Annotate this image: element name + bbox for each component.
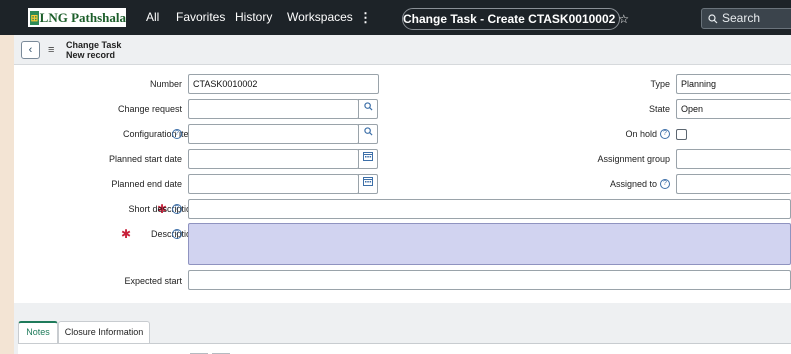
calendar-icon <box>363 177 373 186</box>
configuration-item-label: Configuration item <box>123 128 196 140</box>
assignment-group-label: Assignment group <box>597 154 670 164</box>
description-help-icon[interactable]: ? <box>172 229 182 239</box>
planned-start-field[interactable] <box>188 149 359 169</box>
planned-end-field[interactable] <box>188 174 359 194</box>
page-title: Change Task - Create CTASK0010002 <box>403 12 616 26</box>
nav-favorites[interactable]: Favorites <box>176 0 225 35</box>
configuration-item-lookup-button[interactable] <box>358 124 378 144</box>
state-label: State <box>648 104 670 114</box>
search-icon <box>708 14 718 24</box>
on-hold-label: On hold <box>625 129 657 139</box>
change-request-field[interactable] <box>188 99 359 119</box>
tab-notes[interactable]: Notes <box>18 321 58 343</box>
planned-end-calendar-button[interactable] <box>358 174 378 194</box>
planned-end-label: Planned end date <box>111 179 182 189</box>
star-icon[interactable]: ☆ <box>618 12 629 26</box>
nav-history[interactable]: History <box>235 0 272 35</box>
short-description-label: Short description <box>128 204 196 214</box>
record-header: ‹ ≡ Change Task New record <box>14 35 791 65</box>
type-label: Type <box>650 79 670 89</box>
number-label: Number <box>149 79 182 89</box>
short-description-help-icon[interactable]: ? <box>172 204 182 214</box>
configuration-item-label-text: Configuration item <box>122 129 196 139</box>
change-request-label: Change request <box>117 104 182 114</box>
search-icon <box>363 127 373 136</box>
tab-closure-information[interactable]: Closure Information <box>58 321 150 343</box>
short-description-field[interactable] <box>188 199 791 219</box>
configuration-item-field[interactable] <box>188 124 359 144</box>
assignment-group-field[interactable] <box>676 149 791 169</box>
assigned-to-label: Assigned to <box>609 179 657 189</box>
state-select[interactable]: Open <box>676 99 791 119</box>
logo-mark-icon: ⊞ <box>30 10 39 25</box>
planned-start-calendar-button[interactable] <box>358 149 378 169</box>
on-hold-help-icon[interactable]: ? <box>660 129 670 139</box>
search-input[interactable]: Search <box>701 8 791 29</box>
nav-workspaces[interactable]: Workspaces <box>287 0 353 35</box>
description-textarea[interactable] <box>188 223 791 265</box>
form-panel: ‹ ≡ Change Task New record Number CTASK0… <box>14 35 791 354</box>
record-status: New record <box>66 50 116 60</box>
more-menu-icon[interactable]: ⋮ <box>359 0 372 35</box>
planned-start-label: Planned start date <box>108 154 182 164</box>
expected-start-label: Expected start <box>124 276 182 286</box>
context-menu-icon[interactable]: ≡ <box>48 43 54 57</box>
record-title: Change Task New record <box>66 40 121 60</box>
change-request-lookup-button[interactable] <box>358 99 378 119</box>
logo[interactable]: ⊞ LNG Pathshala <box>28 8 126 27</box>
on-hold-checkbox[interactable] <box>676 129 687 140</box>
description-required-icon: ✱ <box>121 228 134 241</box>
expected-start-field[interactable] <box>188 270 791 290</box>
top-navigation-bar: ⊞ LNG Pathshala All Favorites History Wo… <box>0 0 791 35</box>
page-title-pill[interactable]: Change Task - Create CTASK0010002 ☆ <box>402 8 629 30</box>
logo-text: LNG Pathshala <box>39 9 126 25</box>
search-label: Search <box>722 11 761 25</box>
assigned-to-help-icon[interactable]: ? <box>660 179 670 189</box>
back-button[interactable]: ‹ <box>21 41 40 59</box>
search-icon <box>363 102 373 111</box>
required-marker: ✱ <box>120 227 131 241</box>
type-select[interactable]: Planning <box>676 74 791 94</box>
calendar-icon <box>363 152 373 161</box>
back-icon: ‹ <box>28 44 33 56</box>
configuration-item-help-icon[interactable]: ? <box>172 129 182 139</box>
nav-all[interactable]: All <box>146 0 159 35</box>
number-field[interactable]: CTASK0010002 <box>188 74 379 94</box>
assigned-to-field[interactable] <box>676 174 791 194</box>
record-type: Change Task <box>66 40 122 50</box>
notes-tab-content <box>18 343 791 354</box>
